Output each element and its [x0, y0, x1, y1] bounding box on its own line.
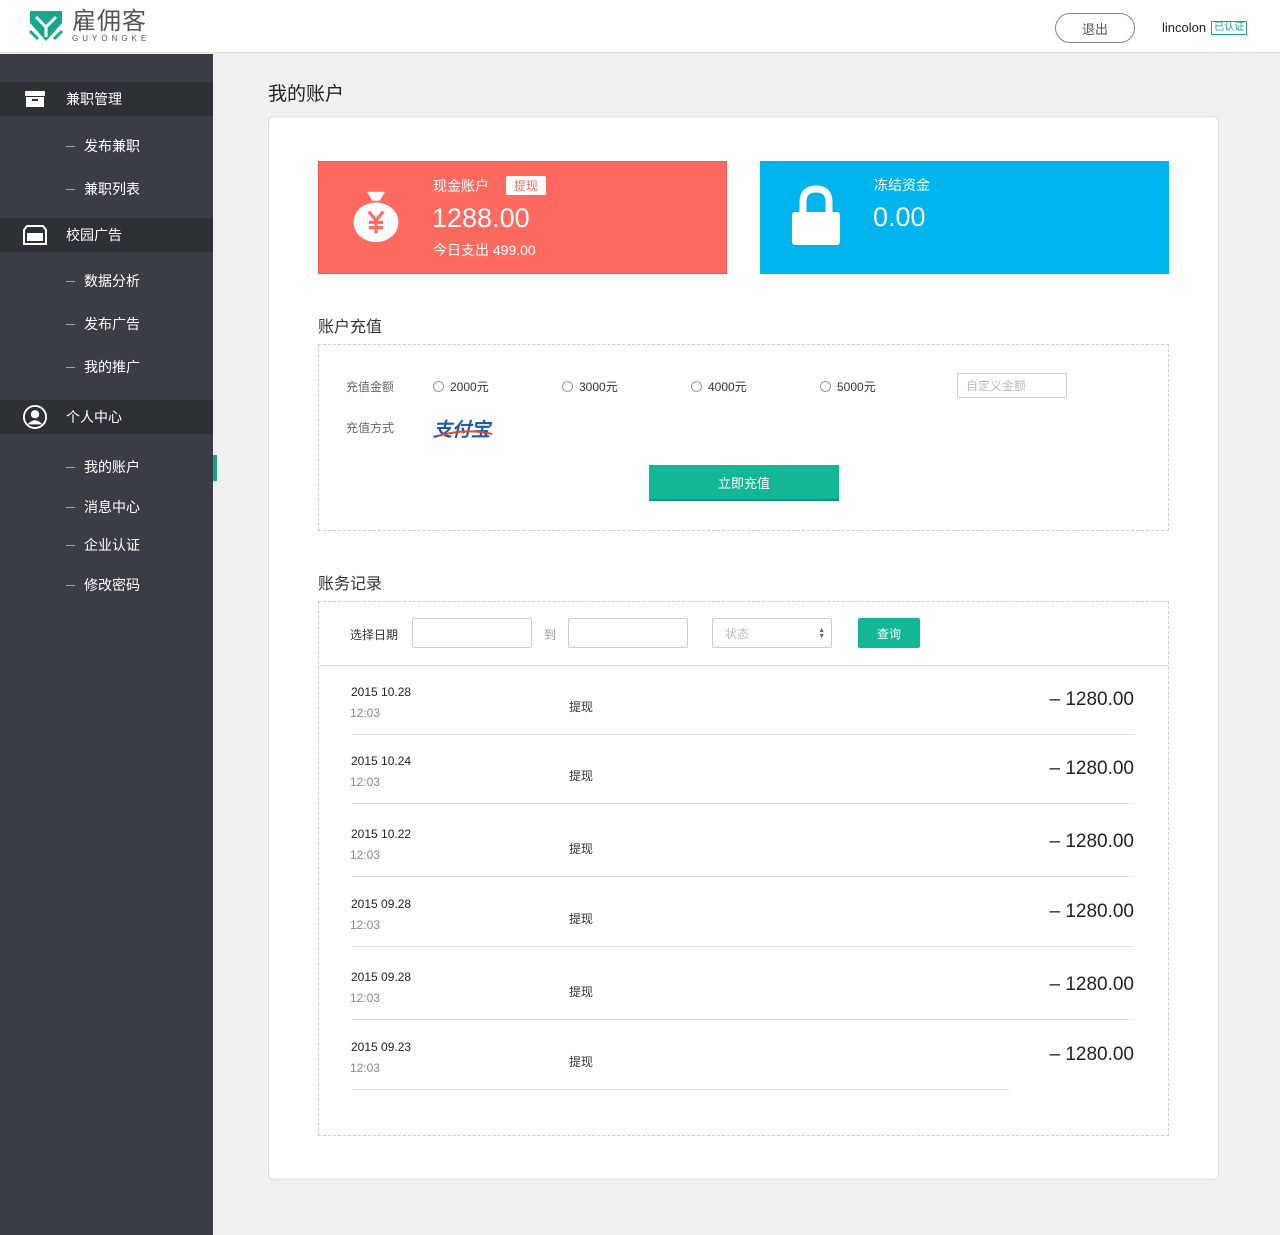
record-time: 12:03 [350, 848, 381, 862]
table-row: 2015 09.23 12:03 提现 – 1280.00 [350, 1021, 1134, 1090]
sidebar-item-job-list[interactable]: 兼职列表 [0, 174, 213, 204]
amount-label: 充值金额 [346, 380, 395, 394]
cash-account-card: 现金账户 提现 1288.00 今日支出 499.00 [318, 161, 727, 274]
table-row: 2015 10.22 12:03 提现 – 1280.00 [350, 808, 1134, 877]
record-time: 12:03 [350, 706, 381, 720]
amount-option-4000[interactable]: 4000元 [691, 378, 747, 395]
record-amount: – 1280.00 [1049, 831, 1134, 852]
status-select[interactable]: 状态 ▲ ▼ [712, 618, 832, 648]
record-date: 2015 09.28 [351, 970, 412, 984]
record-type: 提现 [569, 700, 594, 714]
active-indicator [213, 455, 217, 481]
sidebar-section-label: 个人中心 [66, 409, 122, 425]
username[interactable]: lincolon [1162, 20, 1206, 35]
sidebar-item-data-analysis[interactable]: 数据分析 [0, 266, 213, 296]
logout-button[interactable]: 退出 [1055, 13, 1135, 43]
record-date: 2015 10.24 [351, 754, 412, 768]
record-date: 2015 10.22 [351, 827, 412, 841]
table-row: 2015 09.28 12:03 提现 – 1280.00 [350, 878, 1134, 947]
record-time: 12:03 [350, 918, 381, 932]
logo-icon [28, 11, 64, 41]
recharge-button[interactable]: 立即充值 [649, 465, 839, 501]
date-label: 选择日期 [350, 628, 399, 642]
start-date-input[interactable] [412, 618, 532, 648]
record-time: 12:03 [350, 775, 381, 789]
record-type: 提现 [569, 1055, 594, 1069]
record-type: 提现 [569, 842, 594, 856]
table-row: 2015 10.28 12:03 提现 – 1280.00 [350, 666, 1134, 735]
sidebar-item-messages[interactable]: 消息中心 [0, 492, 213, 522]
record-date: 2015 09.28 [351, 897, 412, 911]
frozen-balance: 0.00 [873, 202, 926, 232]
records-title: 账务记录 [318, 576, 383, 593]
record-amount: – 1280.00 [1049, 689, 1134, 710]
record-type: 提现 [569, 769, 594, 783]
page-title: 我的账户 [268, 84, 345, 105]
record-date: 2015 10.28 [351, 685, 412, 699]
record-date: 2015 09.23 [351, 1040, 412, 1054]
record-time: 12:03 [350, 991, 381, 1005]
record-type: 提现 [569, 912, 594, 926]
sidebar-item-post-ad[interactable]: 发布广告 [0, 309, 213, 339]
sidebar-item-change-password[interactable]: 修改密码 [0, 570, 213, 600]
verified-badge: 已认证 [1211, 20, 1248, 35]
logo[interactable]: 雇佣客 GUYONGKE [28, 9, 150, 43]
sidebar-section-campus-ads[interactable]: 校园广告 [0, 218, 213, 252]
today-spent: 今日支出 499.00 [433, 242, 536, 258]
withdraw-button[interactable]: 提现 [506, 176, 547, 195]
record-amount: – 1280.00 [1049, 901, 1134, 922]
frozen-funds-label: 冻结资金 [874, 177, 930, 193]
sidebar-item-my-account[interactable]: 我的账户 [0, 452, 213, 482]
brand-name: 雇佣客 [72, 7, 147, 35]
record-amount: – 1280.00 [1049, 1044, 1134, 1065]
sidebar-section-label: 校园广告 [66, 227, 122, 243]
sidebar-section-label: 兼职管理 [66, 91, 122, 107]
sidebar-section-part-time[interactable]: 兼职管理 [0, 82, 213, 116]
sidebar-item-my-promotion[interactable]: 我的推广 [0, 352, 213, 382]
query-button[interactable]: 查询 [858, 618, 920, 648]
cash-balance: 1288.00 [432, 203, 530, 233]
folder-icon [23, 224, 47, 246]
amount-option-3000[interactable]: 3000元 [562, 378, 618, 395]
to-label: 到 [544, 628, 557, 642]
amount-option-5000[interactable]: 5000元 [820, 378, 876, 395]
alipay-swoosh-icon [437, 430, 493, 437]
record-time: 12:03 [350, 1061, 381, 1075]
user-info: lincolon 已认证 [1162, 20, 1248, 35]
recharge-title: 账户充值 [318, 319, 383, 336]
sidebar-item-company-verify[interactable]: 企业认证 [0, 530, 213, 560]
sidebar-section-personal[interactable]: 个人中心 [0, 400, 213, 434]
select-arrows-icon: ▲ ▼ [818, 627, 825, 640]
top-bar: 雇佣客 GUYONGKE 退出 lincolon 已认证 [0, 0, 1280, 53]
frozen-funds-card: 冻结资金 0.00 [760, 161, 1169, 274]
cash-account-label: 现金账户 [433, 178, 489, 194]
lock-icon [792, 185, 840, 245]
brand-name-en: GUYONGKE [72, 34, 151, 43]
custom-amount-input[interactable] [957, 373, 1067, 398]
table-row: 2015 09.28 12:03 提现 – 1280.00 [350, 951, 1134, 1020]
record-amount: – 1280.00 [1049, 758, 1134, 779]
money-bag-icon [353, 191, 399, 243]
user-icon [23, 405, 47, 429]
amount-option-2000[interactable]: 2000元 [433, 378, 489, 395]
sidebar-item-post-job[interactable]: 发布兼职 [0, 131, 213, 161]
method-label: 充值方式 [346, 421, 395, 435]
record-amount: – 1280.00 [1049, 974, 1134, 995]
end-date-input[interactable] [568, 618, 688, 648]
status-placeholder: 状态 [725, 626, 750, 641]
inbox-icon [23, 88, 47, 110]
table-row: 2015 10.24 12:03 提现 – 1280.00 [350, 735, 1134, 804]
record-type: 提现 [569, 985, 594, 999]
